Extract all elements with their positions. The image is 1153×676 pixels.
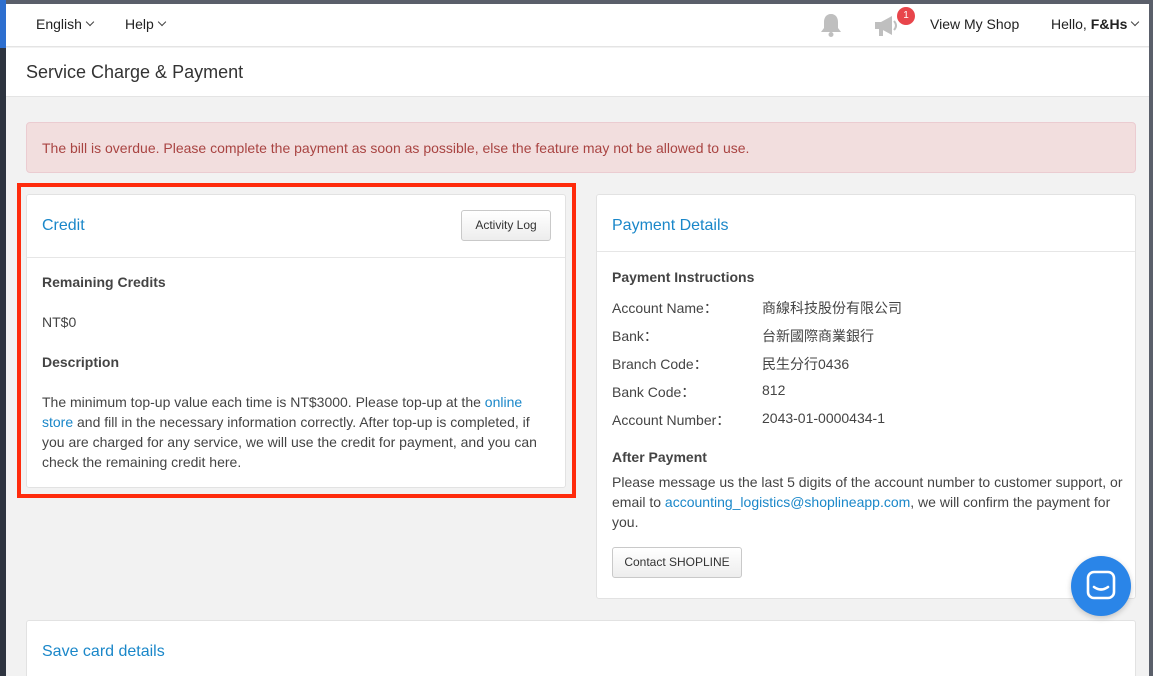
account-number-key: Account Number： — [612, 412, 731, 428]
account-number-value: 2043-01-0000434-1 — [762, 410, 885, 426]
notification-badge: 1 — [897, 7, 915, 25]
branch-code-key: Branch Code： — [612, 356, 708, 372]
accounting-email-link[interactable]: accounting_logistics@shoplineapp.com — [665, 494, 910, 510]
after-payment-label: After Payment — [612, 449, 707, 465]
contact-shopline-button[interactable]: Contact SHOPLINE — [612, 547, 742, 578]
page-header: Service Charge & Payment — [6, 48, 1149, 97]
branch-code-value: 民生分行0436 — [762, 356, 850, 372]
username-label: F&Hs — [1090, 16, 1128, 32]
chat-icon — [1086, 570, 1116, 600]
chevron-down-icon — [85, 17, 95, 27]
highlight-box — [17, 183, 576, 498]
bank-value: 台新國際商業銀行 — [762, 328, 874, 344]
chat-launcher-button[interactable] — [1071, 556, 1131, 616]
page-title: Service Charge & Payment — [26, 62, 244, 82]
top-navbar: English Help 1 View My Shop Hello, F&Hs — [6, 4, 1149, 47]
chevron-down-icon — [1131, 17, 1140, 27]
payment-details-title: Payment Details — [612, 217, 729, 234]
bank-code-value: 812 — [762, 382, 786, 398]
language-menu[interactable]: English — [36, 16, 95, 32]
alert-message: The bill is overdue. Please complete the… — [42, 140, 750, 156]
window-frame-left — [0, 0, 6, 676]
account-name-key: Account Name： — [612, 300, 718, 316]
payment-instructions-label: Payment Instructions — [612, 269, 755, 285]
payment-panel-heading: Payment Details — [597, 195, 1135, 252]
bank-code-key: Bank Code： — [612, 384, 696, 400]
user-menu[interactable]: Hello, F&Hs — [1051, 16, 1140, 32]
chevron-down-icon — [157, 17, 167, 27]
payment-details-panel: Payment Details Payment Instructions Acc… — [596, 194, 1136, 599]
bell-icon[interactable] — [819, 12, 843, 38]
after-payment-text: Please message us the last 5 digits of t… — [612, 472, 1127, 532]
window-frame-right — [1149, 0, 1153, 676]
help-label: Help — [125, 16, 154, 32]
language-label: English — [36, 16, 82, 32]
greeting-label: Hello, — [1051, 16, 1087, 32]
help-menu[interactable]: Help — [125, 16, 167, 32]
save-card-panel: Save card details — [26, 620, 1136, 676]
overdue-alert: The bill is overdue. Please complete the… — [26, 122, 1136, 173]
view-shop-link[interactable]: View My Shop — [930, 16, 1019, 32]
save-card-title: Save card details — [42, 643, 165, 660]
account-name-value: 商線科技股份有限公司 — [762, 300, 902, 316]
bank-key: Bank： — [612, 328, 658, 344]
